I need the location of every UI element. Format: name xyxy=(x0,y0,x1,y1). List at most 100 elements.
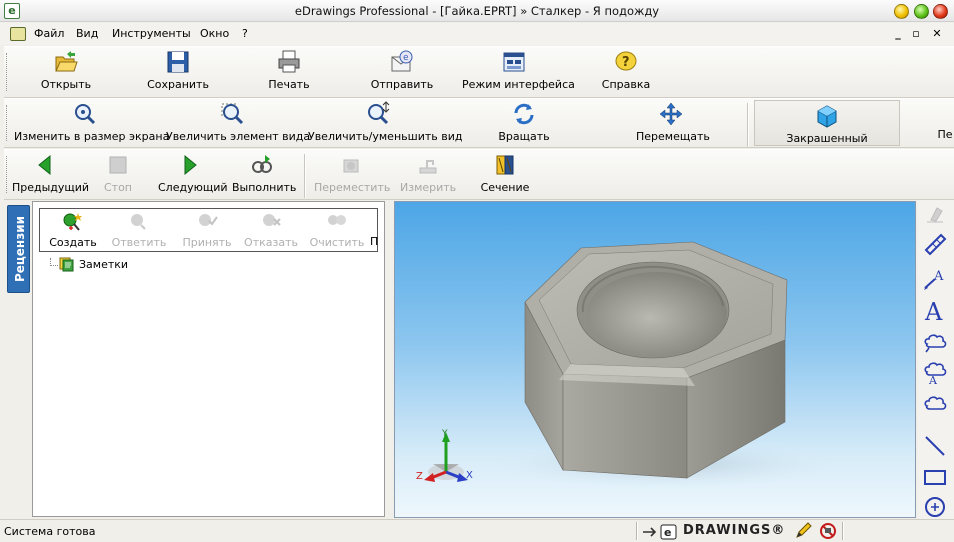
next-label: Следующий xyxy=(158,181,228,194)
menu-help[interactable]: ? xyxy=(242,27,248,40)
zoom-area-button[interactable]: Увеличить элемент вида xyxy=(166,101,310,143)
more-markup-label: П xyxy=(370,235,378,248)
rotate-button[interactable]: Вращать xyxy=(494,101,554,143)
shaded-button[interactable]: Закрашенный xyxy=(754,100,900,146)
next-button[interactable]: Следующий xyxy=(158,152,228,194)
svg-text:e: e xyxy=(403,53,409,63)
line-icon[interactable] xyxy=(921,432,949,458)
svg-text:A: A xyxy=(924,298,943,324)
clear-button[interactable]: Очистить xyxy=(308,209,366,249)
toolbar-separator xyxy=(304,154,306,198)
save-button[interactable]: Сохранить xyxy=(146,49,210,91)
reject-button[interactable]: Отказать xyxy=(242,209,300,249)
help-icon: ? xyxy=(615,51,637,71)
stop-button[interactable]: Стоп xyxy=(102,152,134,194)
stop-icon xyxy=(109,156,127,174)
cloud-bubble-icon[interactable] xyxy=(921,390,949,416)
markup-toolbar: Создать Ответить Принять Отказать Очисти… xyxy=(39,208,378,252)
menu-view[interactable]: Вид xyxy=(76,27,98,40)
more-markup-button[interactable]: П xyxy=(370,235,378,248)
model-viewport[interactable]: Y X Z xyxy=(394,201,916,518)
mdi-close-icon[interactable]: ✕ xyxy=(930,27,944,41)
toolbar-separator xyxy=(747,103,749,147)
triad-y-label: Y xyxy=(442,429,448,439)
zoom-in-out-icon xyxy=(368,101,390,125)
status-bar: Система готова e DRAWINGS® xyxy=(0,519,954,542)
move-component-button[interactable]: Переместить xyxy=(314,152,390,194)
play-label: Выполнить xyxy=(232,181,297,194)
shaded-label: Закрашенный xyxy=(786,132,868,145)
leader-text-icon[interactable]: A xyxy=(921,266,949,292)
title-bar[interactable]: e eDrawings Professional - [Гайка.EPRT] … xyxy=(0,0,954,22)
reviews-tab[interactable]: Рецензии xyxy=(7,205,30,293)
cloud-icon[interactable] xyxy=(921,330,949,356)
maximize-button[interactable] xyxy=(914,4,929,19)
toolbar-grip[interactable] xyxy=(6,53,9,91)
create-markup-button[interactable]: Создать xyxy=(44,209,102,249)
stamp-icon[interactable] xyxy=(921,202,949,228)
menu-window[interactable]: Окно xyxy=(200,27,229,40)
tree-item-label: Заметки xyxy=(79,258,129,271)
next-icon xyxy=(184,154,197,176)
create-markup-label: Создать xyxy=(49,236,97,249)
status-separator xyxy=(842,522,844,540)
section-button[interactable]: Сечение xyxy=(480,152,530,194)
open-button[interactable]: Открыть xyxy=(40,49,92,91)
move-component-icon xyxy=(343,159,359,173)
rectangle-icon[interactable] xyxy=(921,464,949,490)
text-icon[interactable]: A xyxy=(921,298,949,324)
measure-label: Измерить xyxy=(400,181,457,194)
pan-button[interactable]: Перемещать xyxy=(636,101,710,143)
accept-label: Принять xyxy=(182,236,232,249)
toolbar-grip[interactable] xyxy=(6,105,9,141)
send-button[interactable]: e Отправить xyxy=(370,49,434,91)
mdi-restore-icon[interactable]: ▫ xyxy=(909,27,923,41)
zoom-to-fit-button[interactable]: Изменить в размер экрана xyxy=(14,101,170,143)
menu-bar: Файл Вид Инструменты Окно ? _ ▫ ✕ xyxy=(0,23,954,45)
play-button[interactable]: Выполнить xyxy=(232,152,297,194)
shaded-cube-icon xyxy=(817,105,837,128)
dimension-icon[interactable] xyxy=(921,230,949,256)
edrawings-logo-icon: e xyxy=(643,524,677,540)
print-button[interactable]: Печать xyxy=(266,49,312,91)
svg-text:A: A xyxy=(933,269,944,284)
more-view-label: Пе xyxy=(937,128,953,141)
zoom-in-out-button[interactable]: Увеличить/уменьшить вид xyxy=(308,101,462,143)
previous-button[interactable]: Предыдущий xyxy=(12,152,89,194)
measure-button[interactable]: Измерить xyxy=(400,152,456,194)
document-menu-icon[interactable] xyxy=(10,27,26,41)
accept-button[interactable]: Принять xyxy=(178,209,236,249)
zoom-to-fit-label: Изменить в размер экрана xyxy=(14,130,170,143)
menu-file[interactable]: Файл xyxy=(34,27,64,40)
more-view-button[interactable]: Пе xyxy=(936,128,954,141)
pencil-icon[interactable] xyxy=(794,522,814,540)
toolbar-grip[interactable] xyxy=(6,156,9,193)
no-markup-icon[interactable] xyxy=(818,522,838,540)
mdi-minimize-icon[interactable]: _ xyxy=(891,27,905,41)
section-label: Сечение xyxy=(480,181,530,194)
reply-label: Ответить xyxy=(111,236,167,249)
help-button[interactable]: ? Справка xyxy=(600,49,652,91)
rotate-icon xyxy=(514,103,534,125)
view-toolbar: Изменить в размер экрана Увеличить элеме… xyxy=(4,98,954,148)
animation-toolbar: Предыдущий Стоп Следующий Выполнить Пере… xyxy=(4,149,954,200)
menu-tools[interactable]: Инструменты xyxy=(112,27,191,40)
reviews-panel: Создать Ответить Принять Отказать Очисти… xyxy=(32,201,385,517)
status-text: Система готова xyxy=(4,525,96,538)
send-label: Отправить xyxy=(370,78,434,91)
cloud-text-icon[interactable]: A xyxy=(921,360,949,386)
close-button[interactable] xyxy=(933,4,948,19)
measure-icon xyxy=(419,160,437,174)
save-label: Сохранить xyxy=(147,78,209,91)
circle-icon[interactable] xyxy=(921,494,949,520)
minimize-button[interactable] xyxy=(894,4,909,19)
zoom-fit-icon xyxy=(75,104,96,125)
notes-icon xyxy=(59,257,74,272)
clear-label: Очистить xyxy=(309,236,365,249)
interface-mode-button[interactable]: Режим интерфейса xyxy=(462,49,575,91)
zoom-area-icon xyxy=(221,103,244,125)
open-folder-icon xyxy=(55,51,78,72)
reply-button[interactable]: Ответить xyxy=(110,209,168,249)
stop-label: Стоп xyxy=(103,181,132,194)
tree-item-notes[interactable]: Заметки xyxy=(59,257,128,275)
